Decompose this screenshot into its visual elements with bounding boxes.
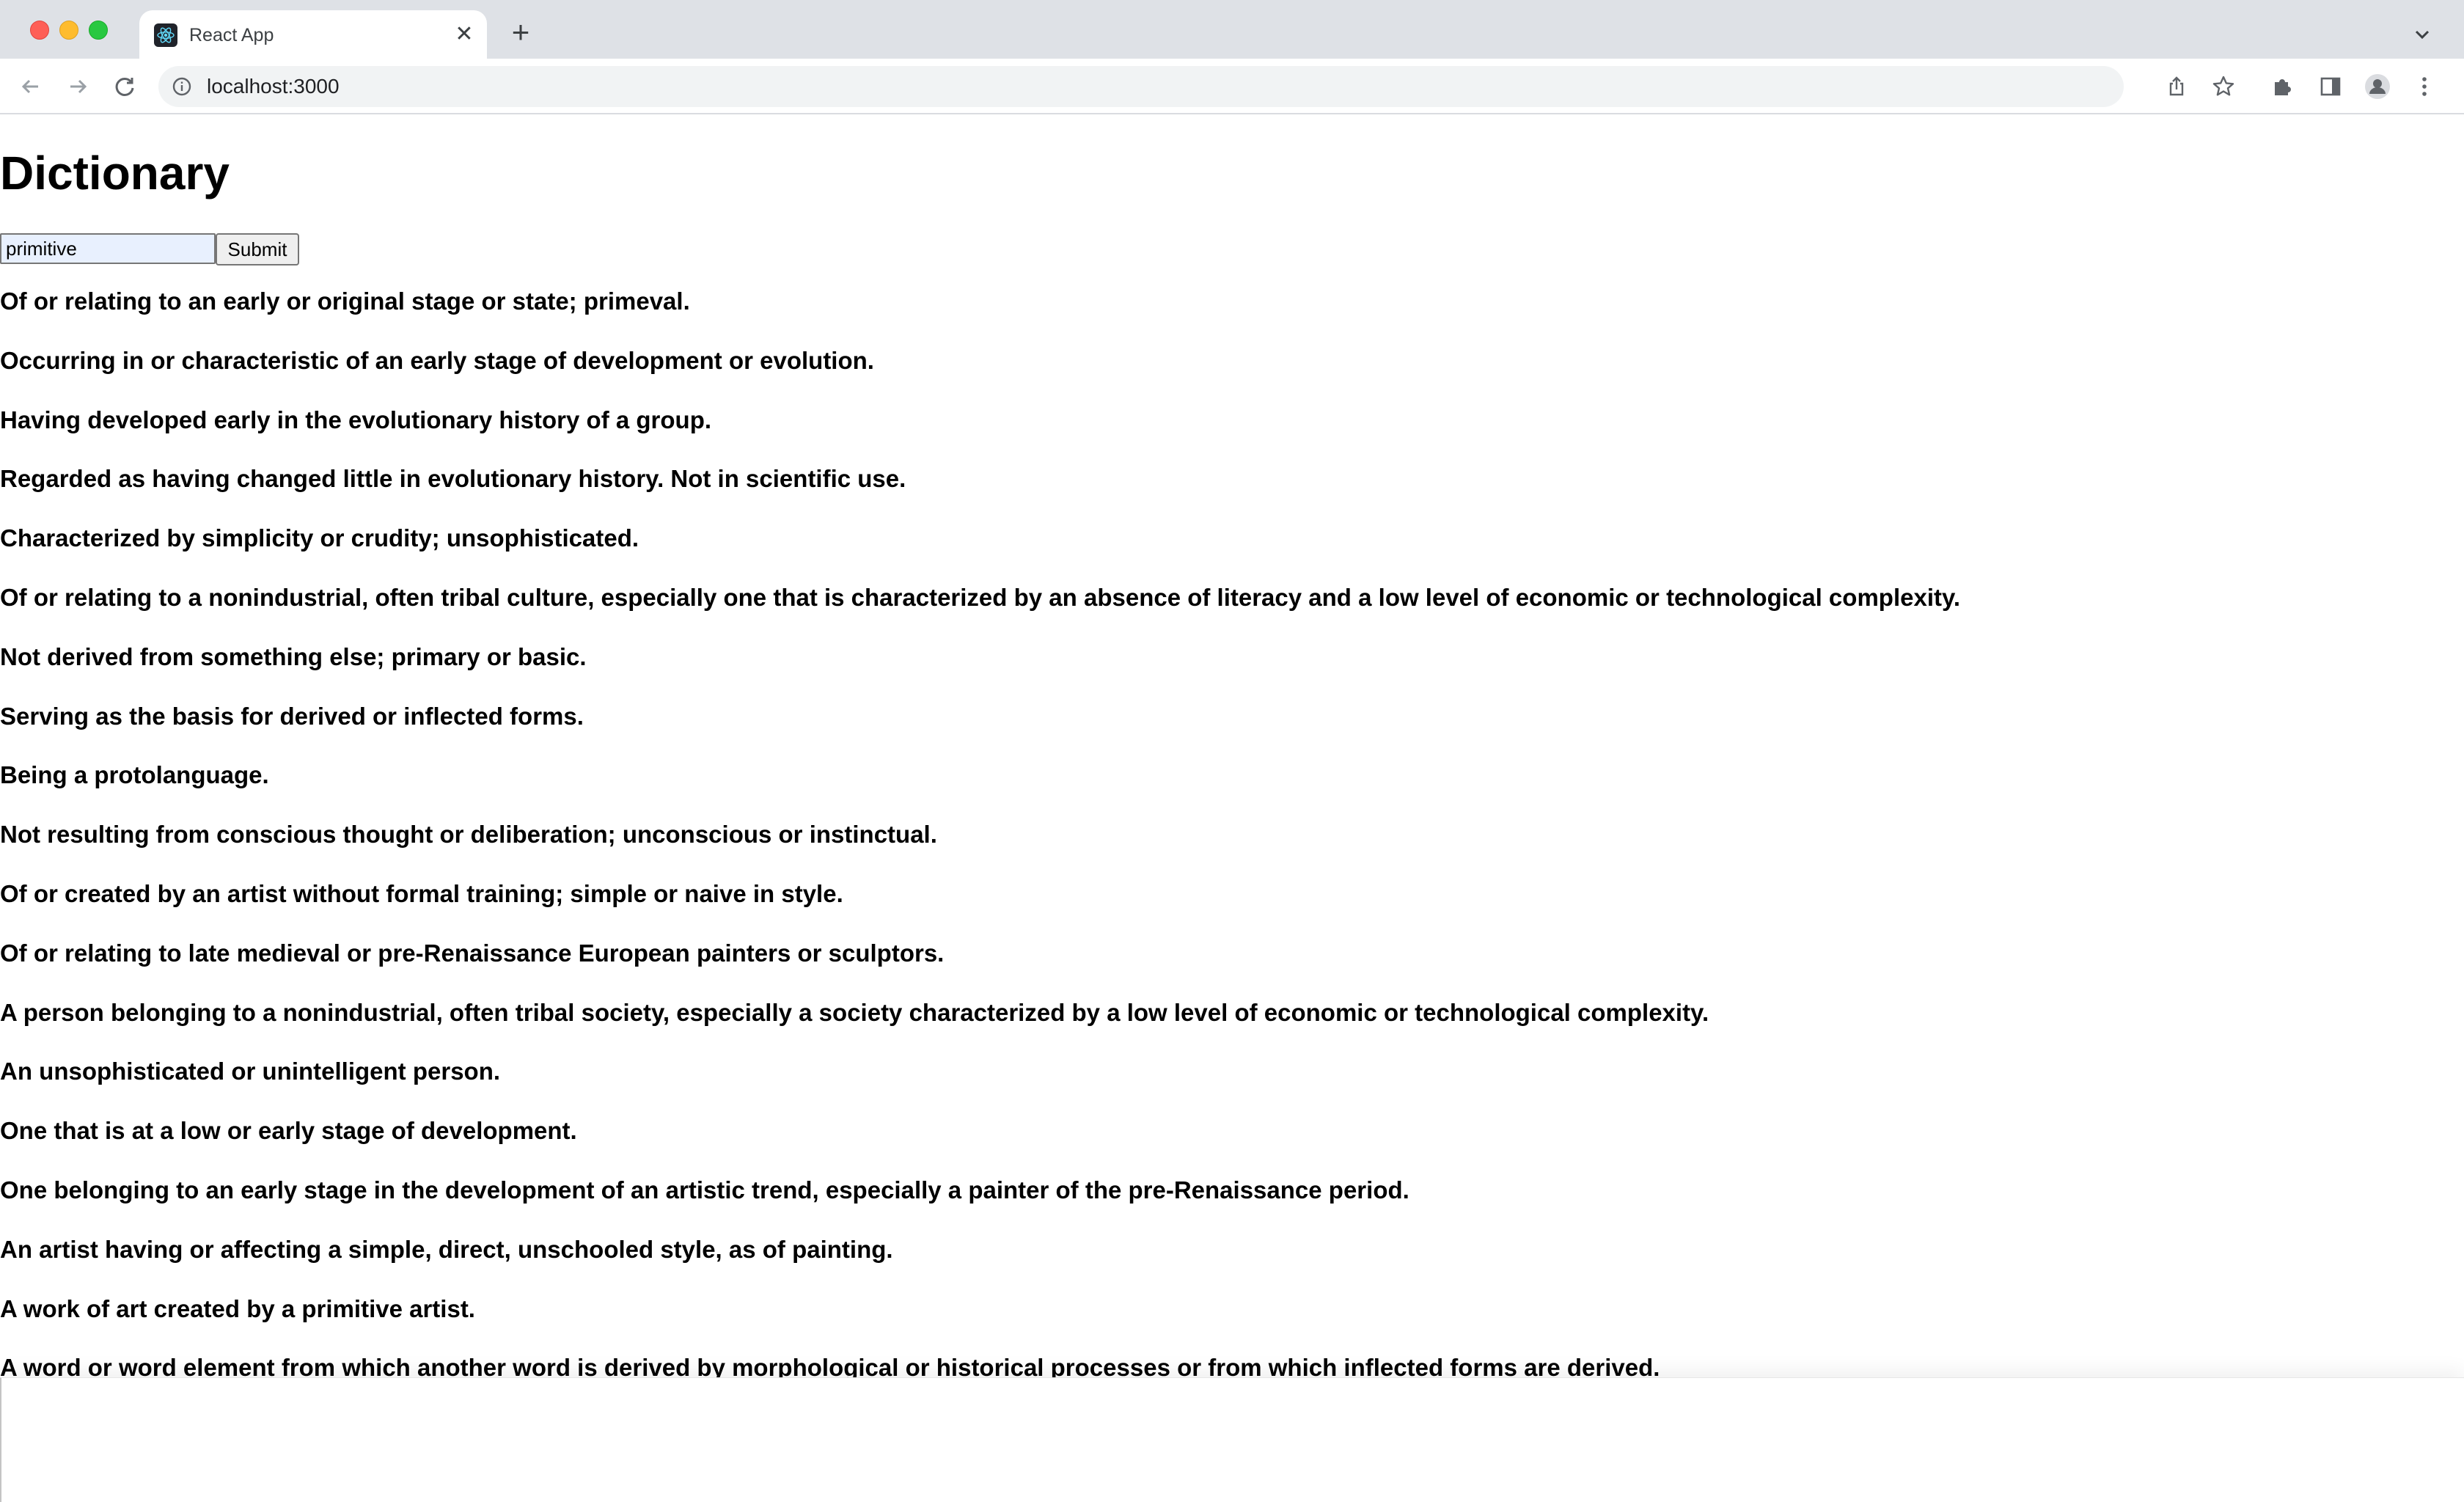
profile-icon[interactable] (2363, 72, 2392, 101)
definition-item: Of or created by an artist without forma… (0, 879, 843, 907)
definition-item: Of or relating to a nonindustrial, often… (0, 583, 1961, 611)
definition-item: Characterized by simplicity or crudity; … (0, 524, 639, 552)
word-input[interactable] (0, 233, 216, 264)
definition-item: A person belonging to a nonindustrial, o… (0, 998, 1709, 1026)
share-icon[interactable] (2165, 75, 2188, 102)
definition-item: Serving as the basis for derived or infl… (0, 702, 584, 730)
submit-button[interactable]: Submit (216, 233, 299, 265)
url-text[interactable]: localhost:3000 (207, 75, 340, 98)
definition-item: Not resulting from conscious thought or … (0, 821, 937, 849)
minimize-window-icon[interactable] (59, 21, 78, 40)
puzzle-icon[interactable] (2267, 72, 2297, 101)
address-bar[interactable]: localhost:3000 (158, 66, 2184, 107)
bottom-panel (0, 1377, 2464, 1502)
info-icon[interactable] (172, 76, 192, 97)
definition-item: An unsophisticated or unintelligent pers… (0, 1058, 501, 1085)
new-tab-button[interactable]: + (506, 17, 535, 48)
tab-title: React App (189, 25, 274, 45)
definition-item: Regarded as having changed little in evo… (0, 465, 906, 493)
close-window-icon[interactable] (30, 21, 49, 40)
maximize-window-icon[interactable] (89, 21, 108, 40)
page-viewport: Dictionary Submit Of or relating to an e… (0, 116, 2464, 1377)
tab-list-chevron-icon[interactable] (2410, 22, 2435, 47)
browser-tabstrip: React App ✕ + (0, 0, 2464, 59)
browser-tab-active[interactable]: React App ✕ (139, 10, 487, 59)
page-title: Dictionary (0, 147, 230, 199)
definitions-list: Of or relating to an early or original s… (0, 286, 2464, 1377)
definition-item: An artist having or affecting a simple, … (0, 1235, 893, 1263)
react-logo-icon (154, 23, 177, 47)
definition-item: One belonging to an early stage in the d… (0, 1176, 1409, 1204)
definition-item: Of or relating to late medieval or pre-R… (0, 939, 945, 967)
kebab-menu-icon[interactable] (2410, 72, 2439, 101)
browser-toolbar: localhost:3000 (0, 59, 2464, 114)
definition-item: A word or word element from which anothe… (0, 1354, 1660, 1377)
forward-arrow-icon[interactable] (63, 72, 92, 101)
definition-item: Not derived from something else; primary… (0, 642, 587, 670)
definition-item: Having developed early in the evolutiona… (0, 406, 712, 433)
back-arrow-icon[interactable] (16, 72, 45, 101)
close-tab-icon[interactable]: ✕ (450, 21, 478, 48)
definition-item: Of or relating to an early or original s… (0, 287, 690, 315)
definition-item: One that is at a low or early stage of d… (0, 1117, 577, 1145)
definition-item: Occurring in or characteristic of an ear… (0, 346, 874, 374)
star-icon[interactable] (2209, 72, 2238, 101)
sidebar-icon[interactable] (2316, 72, 2345, 101)
reload-icon[interactable] (110, 72, 139, 101)
definition-item: A work of art created by a primitive art… (0, 1294, 475, 1322)
definition-item: Being a protolanguage. (0, 761, 269, 789)
